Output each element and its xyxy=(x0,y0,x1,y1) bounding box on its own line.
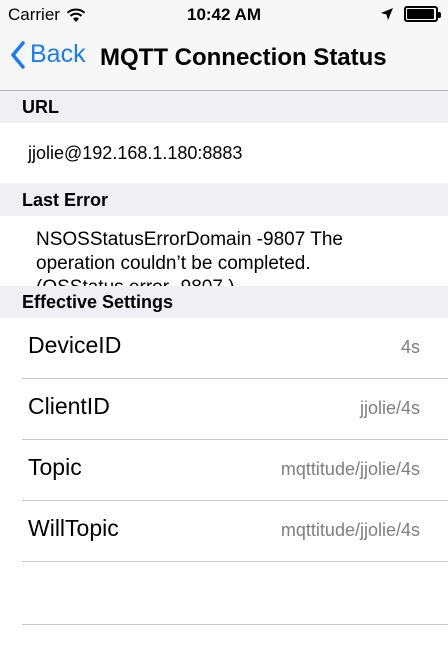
settings-row-key: WillTopic xyxy=(28,515,119,541)
last-error-section-header: Last Error xyxy=(0,184,448,216)
battery-fill xyxy=(407,9,434,19)
last-error-value: NSOSStatusErrorDomain -9807 The operatio… xyxy=(36,229,343,286)
url-section-header: URL xyxy=(0,91,448,123)
effective-settings-section-header: Effective Settings xyxy=(0,286,448,318)
settings-row-value: 4s xyxy=(400,337,420,357)
navigation-bar: Back MQTT Connection Status xyxy=(0,30,448,91)
row-divider xyxy=(22,624,448,625)
back-chevron-icon xyxy=(11,40,25,69)
settings-row-key: Topic xyxy=(28,454,82,480)
settings-row-key: DeviceID xyxy=(28,332,122,358)
status-bar: Carrier 10:42 AM xyxy=(0,0,448,30)
url-cell: jjolie@192.168.1.180:8883 xyxy=(0,123,448,183)
battery-icon xyxy=(404,6,441,22)
settings-row-deviceid[interactable]: DeviceID 4s xyxy=(0,318,448,379)
back-label: Back xyxy=(30,40,86,68)
settings-row-willtopic[interactable]: WillTopic mqttitude/jjolie/4s xyxy=(0,501,448,562)
settings-row-topic[interactable]: Topic mqttitude/jjolie/4s xyxy=(0,440,448,501)
empty-cell-area xyxy=(0,562,448,672)
settings-row-value: mqttitude/jjolie/4s xyxy=(280,459,420,479)
url-value: jjolie@192.168.1.180:8883 xyxy=(28,143,243,163)
settings-row-value: jjolie/4s xyxy=(359,398,420,418)
location-arrow-icon xyxy=(381,8,393,20)
settings-row-value: mqttitude/jjolie/4s xyxy=(280,520,420,540)
status-right xyxy=(380,6,441,22)
back-button[interactable]: Back xyxy=(10,40,86,69)
last-error-cell[interactable]: NSOSStatusErrorDomain -9807 The operatio… xyxy=(0,216,448,286)
page-title: MQTT Connection Status xyxy=(100,44,387,71)
settings-row-clientid[interactable]: ClientID jjolie/4s xyxy=(0,379,448,440)
settings-row-key: ClientID xyxy=(28,393,110,419)
